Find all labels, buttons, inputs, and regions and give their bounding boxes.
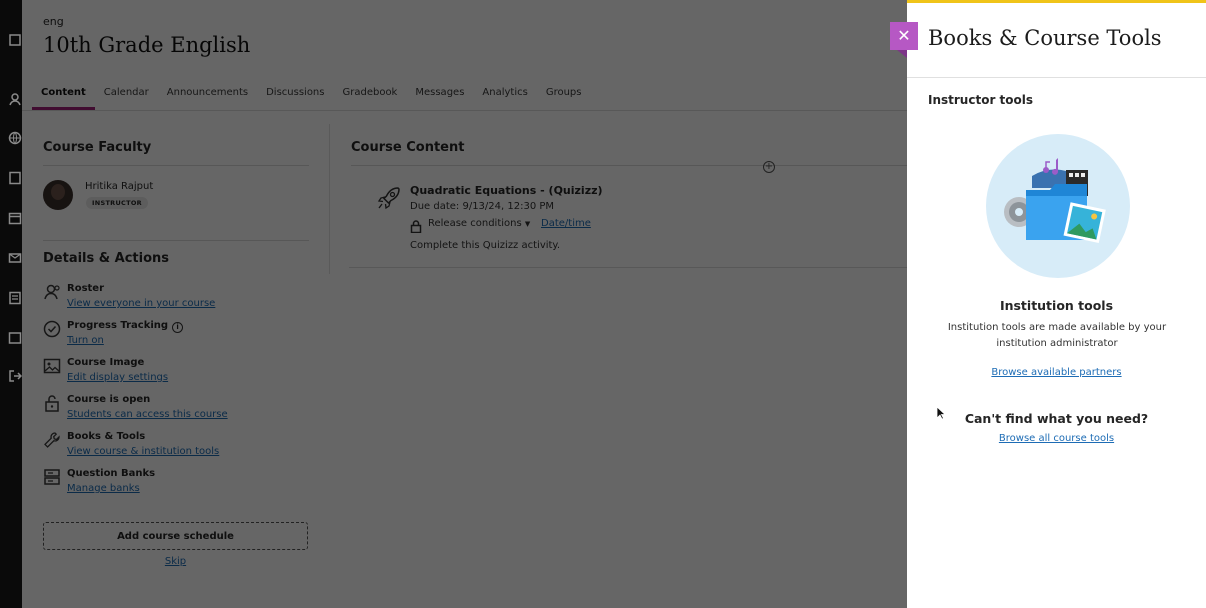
tab-announcements[interactable]: Announcements [158, 78, 257, 110]
info-icon[interactable]: i [172, 322, 184, 333]
tab-analytics[interactable]: Analytics [473, 78, 536, 110]
detail-roster: Roster View everyone in your course [43, 283, 313, 317]
detail-title: Course is open [67, 394, 151, 405]
details-heading: Details & Actions [43, 251, 169, 266]
detail-course-image: Course Image Edit display settings [43, 357, 313, 391]
faculty-heading: Course Faculty [43, 140, 152, 155]
faculty-name[interactable]: Hritika Rajput [85, 181, 153, 192]
detail-question-banks: Question Banks Manage banks [43, 468, 313, 502]
browse-partners-link[interactable]: Browse available partners [907, 367, 1206, 378]
add-course-schedule-button[interactable]: Add course schedule [43, 522, 308, 550]
messages-icon[interactable] [8, 250, 22, 264]
content-item: Quadratic Equations - (Quizizz) Due date… [349, 172, 907, 268]
rocket-icon [376, 185, 402, 211]
divider [43, 165, 309, 166]
calendar-icon[interactable] [8, 210, 22, 225]
content-item-description: Complete this Quizizz activity. [410, 240, 561, 251]
close-icon: ✕ [897, 26, 911, 45]
browse-all-tools-link[interactable]: Browse all course tools [907, 433, 1206, 444]
detail-title: Course Image [67, 357, 145, 368]
detail-course-open: Course is open Students can access this … [43, 394, 313, 428]
progress-tracking-link[interactable]: Turn on [67, 335, 104, 346]
avatar[interactable] [43, 180, 73, 210]
tab-messages[interactable]: Messages [406, 78, 473, 110]
divider [43, 240, 309, 241]
progress-check-icon [43, 320, 61, 338]
divider [349, 267, 907, 268]
detail-title: Question Banks [67, 468, 156, 479]
wrench-icon [43, 431, 61, 449]
release-conditions-label: Release conditions [428, 218, 522, 229]
image-icon [43, 357, 61, 375]
mouse-cursor-icon [936, 406, 946, 420]
unlock-icon [43, 394, 61, 412]
books-tools-link[interactable]: View course & institution tools [67, 446, 219, 457]
tools-icon[interactable] [8, 330, 22, 344]
detail-books-tools: Books & Tools View course & institution … [43, 431, 313, 465]
sign-out-icon[interactable] [8, 368, 22, 382]
globe-icon[interactable] [8, 130, 22, 145]
lock-icon [410, 218, 422, 234]
profile-icon[interactable] [8, 91, 22, 106]
books-tools-panel: Books & Course Tools Instructor tools In… [907, 0, 1206, 608]
instructor-tools-heading: Instructor tools [928, 93, 1034, 107]
close-panel-button[interactable]: ✕ [890, 22, 918, 50]
content-item-title[interactable]: Quadratic Equations - (Quizizz) [410, 184, 603, 197]
course-access-link[interactable]: Students can access this course [67, 409, 228, 420]
course-page: eng 10th Grade English Content Calendar … [22, 0, 907, 608]
release-conditions-button[interactable]: Release conditions ▼ [428, 218, 530, 229]
tab-content[interactable]: Content [32, 78, 95, 110]
due-date: Due date: 9/13/24, 12:30 PM [410, 201, 555, 212]
column-divider [329, 124, 330, 274]
date-time-link[interactable]: Date/time [541, 218, 591, 229]
tab-gradebook[interactable]: Gradebook [333, 78, 406, 110]
course-image-link[interactable]: Edit display settings [67, 372, 168, 383]
role-badge: INSTRUCTOR [86, 197, 148, 209]
detail-title: Progress Tracking [67, 320, 169, 331]
institution-tools-description: Institution tools are made available by … [947, 322, 1167, 349]
question-banks-link[interactable]: Manage banks [67, 483, 140, 494]
close-button-tab [897, 50, 907, 58]
course-tabs: Content Calendar Announcements Discussio… [32, 78, 590, 112]
tab-groups[interactable]: Groups [537, 78, 591, 110]
skip-link[interactable]: Skip [22, 556, 329, 567]
divider [351, 165, 907, 166]
roster-icon [43, 283, 61, 301]
menu-icon[interactable] [8, 32, 22, 46]
tools-illustration [986, 134, 1130, 278]
panel-title: Books & Course Tools [928, 26, 1162, 50]
detail-title: Books & Tools [67, 431, 146, 442]
roster-link[interactable]: View everyone in your course [67, 298, 215, 309]
course-code: eng [43, 15, 64, 28]
institution-tools-heading: Institution tools [999, 298, 1114, 313]
content-heading: Course Content [351, 140, 465, 155]
courses-icon[interactable] [8, 170, 22, 185]
tab-calendar[interactable]: Calendar [95, 78, 158, 110]
course-title: 10th Grade English [43, 33, 251, 57]
grades-icon[interactable] [8, 290, 22, 305]
cant-find-heading: Can't find what you need? [964, 411, 1149, 426]
divider [907, 77, 1206, 78]
question-bank-icon [43, 468, 61, 486]
global-nav-rail [0, 0, 22, 608]
tabs-divider [22, 110, 907, 111]
detail-progress-tracking: Progress Tracking i Turn on [43, 320, 313, 354]
detail-title: Roster [67, 283, 105, 294]
tab-discussions[interactable]: Discussions [257, 78, 333, 110]
caret-down-icon: ▼ [524, 220, 531, 228]
